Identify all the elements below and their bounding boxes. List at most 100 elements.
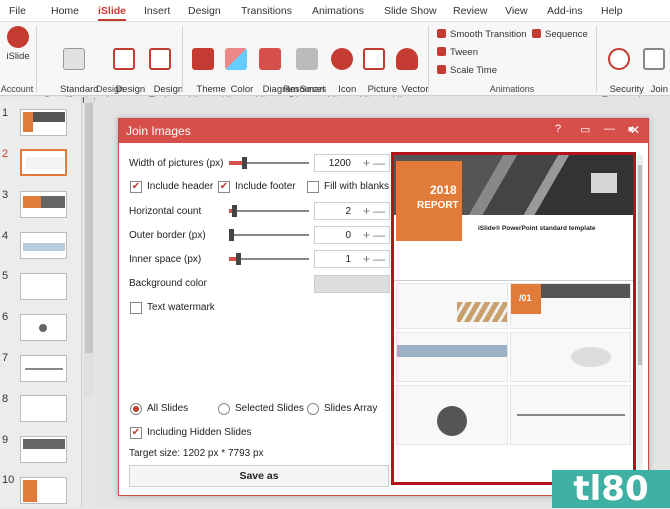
slide-thumbnail[interactable] <box>20 314 67 341</box>
preview-panel: 2018 REPORT iSlide® PowerPoint standard … <box>391 152 636 485</box>
preview-scrollbar[interactable] <box>637 155 643 485</box>
tab-file[interactable]: File <box>9 5 26 17</box>
plus-icon[interactable]: + <box>363 252 370 266</box>
layout-icon <box>113 48 135 70</box>
islide-logo-icon <box>7 26 29 48</box>
slide-thumbnail[interactable] <box>20 436 67 463</box>
all-slides-radio[interactable] <box>130 403 142 415</box>
tab-slide-show[interactable]: Slide Show <box>384 5 437 17</box>
preview-report: REPORT <box>417 200 459 211</box>
scrollbar-thumb[interactable] <box>85 103 93 353</box>
text-watermark-checkbox[interactable] <box>130 302 142 314</box>
join-images-icon <box>643 48 665 70</box>
tab-view[interactable]: View <box>505 5 528 17</box>
group-account-label: Account <box>0 84 34 94</box>
smooth-transition-button[interactable]: Smooth Transition <box>437 29 527 40</box>
tab-design[interactable]: Design <box>188 5 221 17</box>
close-button[interactable]: ✕ <box>630 123 640 137</box>
group-design-label: Design <box>95 84 124 94</box>
preview-slide <box>510 332 631 382</box>
width-label: Width of pictures (px) <box>129 158 224 169</box>
slides-array-radio[interactable] <box>307 403 319 415</box>
tab-insert[interactable]: Insert <box>144 5 170 17</box>
slide-thumbnail[interactable] <box>20 273 67 300</box>
rocket-icon <box>396 48 418 70</box>
plus-icon[interactable]: + <box>363 156 370 170</box>
minus-icon[interactable]: — <box>373 252 385 266</box>
target-size-text: Target size: 1202 px * 7793 px <box>129 448 264 459</box>
scrollbar-thumb[interactable] <box>638 165 642 365</box>
group-animations-label: Animations <box>489 84 535 94</box>
thumbnail-scrollbar[interactable] <box>84 97 94 397</box>
islide-account-button[interactable]: iSlide <box>4 26 32 62</box>
scale-time-label: Scale Time <box>450 65 497 76</box>
transition-icon <box>437 29 446 38</box>
text-watermark-label: Text watermark <box>147 302 215 313</box>
slide-thumbnail[interactable] <box>20 355 67 382</box>
include-footer-checkbox[interactable]: ✔ <box>218 181 230 193</box>
save-as-button[interactable]: Save as <box>129 465 389 487</box>
account-label: iSlide <box>6 51 30 62</box>
tab-add-ins[interactable]: Add-ins <box>547 5 583 17</box>
document-icon <box>63 48 85 70</box>
tween-button[interactable]: Tween <box>437 47 478 58</box>
width-slider[interactable] <box>229 157 309 169</box>
slide-thumbnail-selected[interactable] <box>20 149 67 176</box>
tab-review[interactable]: Review <box>453 5 487 17</box>
slide-number: 9 <box>2 434 9 446</box>
outer-border-stepper[interactable]: 0 + — <box>314 226 390 244</box>
tab-transitions[interactable]: Transitions <box>241 5 292 17</box>
plus-icon[interactable]: + <box>363 228 370 242</box>
divider <box>596 26 597 92</box>
sequence-label: Sequence <box>545 29 588 40</box>
icon-library-icon <box>331 48 353 70</box>
fill-blanks-checkbox[interactable] <box>307 181 319 193</box>
horizontal-count-stepper[interactable]: 2 + — <box>314 202 390 220</box>
inner-space-stepper[interactable]: 1 + — <box>314 250 390 268</box>
sequence-button[interactable]: Sequence <box>532 29 588 40</box>
tab-help[interactable]: Help <box>601 5 623 17</box>
inner-space-slider[interactable] <box>229 253 309 265</box>
slide-thumbnail[interactable] <box>20 477 67 504</box>
tab-animations[interactable]: Animations <box>312 5 364 17</box>
outer-border-slider[interactable] <box>229 229 309 241</box>
hidden-slides-checkbox[interactable]: ✔ <box>130 427 142 439</box>
restore-button[interactable]: ▭ <box>580 123 590 136</box>
outer-border-label: Outer border (px) <box>129 230 206 241</box>
preview-section: /01 <box>519 293 532 303</box>
minus-icon[interactable]: — <box>373 204 385 218</box>
scale-time-button[interactable]: Scale Time <box>437 65 497 76</box>
width-stepper[interactable]: 1200 + — <box>314 154 390 172</box>
slides-array-label: Slides Array <box>324 403 378 414</box>
slide-number: 6 <box>2 311 9 323</box>
slide-number: 3 <box>2 189 9 201</box>
dialog-titlebar[interactable]: Join Images ? ▭ — ■ <box>119 119 648 143</box>
slide-number: 2 <box>2 148 9 160</box>
tab-home[interactable]: Home <box>51 5 79 17</box>
slide-number: 4 <box>2 230 9 242</box>
tween-icon <box>437 47 446 56</box>
theme-icon <box>192 48 214 70</box>
group-resources-label: Resources <box>283 84 327 94</box>
horizontal-count-slider[interactable] <box>229 205 309 217</box>
minimize-button[interactable]: — <box>604 123 615 135</box>
include-header-checkbox[interactable]: ✔ <box>130 181 142 193</box>
preview-slide <box>396 332 508 382</box>
slide-thumbnail[interactable] <box>20 395 67 422</box>
preview-year: 2018 <box>430 183 457 197</box>
help-button[interactable]: ? <box>555 123 561 135</box>
minus-icon[interactable]: — <box>373 228 385 242</box>
minus-icon[interactable]: — <box>373 156 385 170</box>
preview-slide <box>396 385 508 445</box>
selected-slides-radio[interactable] <box>218 403 230 415</box>
slide-thumbnail[interactable] <box>20 109 67 136</box>
width-value: 1200 <box>328 158 351 169</box>
plus-icon[interactable]: + <box>363 204 370 218</box>
inner-space-label: Inner space (px) <box>129 254 202 265</box>
slide-number: 5 <box>2 270 9 282</box>
background-color-picker[interactable] <box>314 275 390 293</box>
smooth-transition-label: Smooth Transition <box>450 29 527 40</box>
slide-thumbnail[interactable] <box>20 191 67 218</box>
slide-thumbnail[interactable] <box>20 232 67 259</box>
tab-islide[interactable]: iSlide <box>98 5 127 21</box>
